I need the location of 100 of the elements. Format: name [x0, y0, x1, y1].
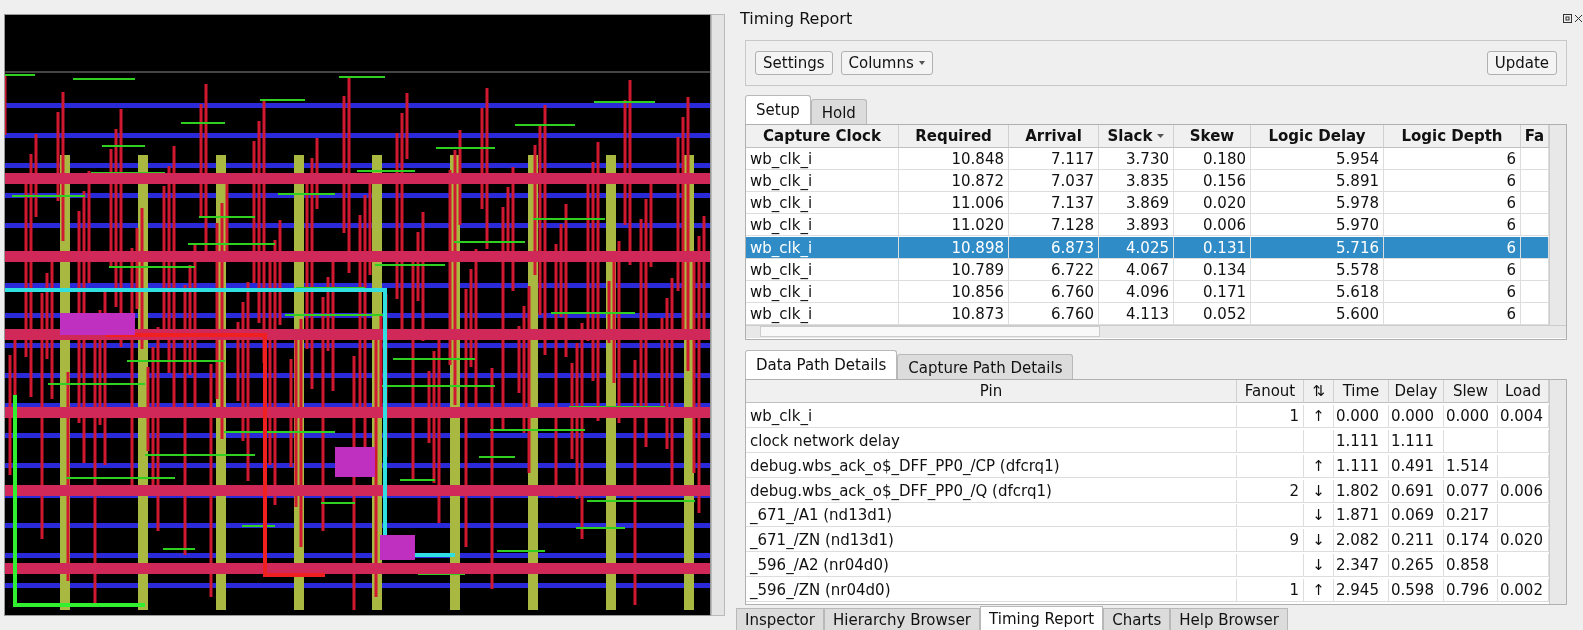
- table-cell: [1237, 429, 1304, 453]
- table-cell[interactable]: 11.006: [899, 192, 1009, 215]
- table-cell[interactable]: 4.025: [1099, 236, 1174, 259]
- table-cell[interactable]: 0.131: [1174, 236, 1251, 259]
- table-cell[interactable]: wb_clk_i: [746, 214, 899, 237]
- table-cell[interactable]: 10.872: [899, 170, 1009, 193]
- table-cell[interactable]: wb_clk_i: [746, 170, 899, 193]
- column-header[interactable]: Slew: [1444, 380, 1498, 403]
- column-header[interactable]: Fanout: [1237, 380, 1304, 403]
- table-cell[interactable]: 5.716: [1251, 236, 1384, 259]
- float-icon[interactable]: [1563, 13, 1572, 23]
- table-cell[interactable]: 5.618: [1251, 280, 1384, 303]
- tab[interactable]: Hold: [810, 99, 867, 124]
- table-cell[interactable]: 5.578: [1251, 258, 1384, 281]
- table-cell[interactable]: 3.730: [1099, 148, 1174, 171]
- table-cell[interactable]: wb_clk_i: [746, 236, 899, 259]
- column-header[interactable]: Fa: [1521, 125, 1549, 148]
- dock-tab[interactable]: Timing Report: [980, 606, 1104, 630]
- tab[interactable]: Setup: [745, 95, 811, 124]
- vertical-scrollbar[interactable]: [1549, 125, 1566, 325]
- column-header[interactable]: Arrival: [1009, 125, 1099, 148]
- table-cell[interactable]: 0.006: [1174, 214, 1251, 237]
- table-cell[interactable]: 6.760: [1009, 302, 1099, 325]
- table-cell[interactable]: 7.037: [1009, 170, 1099, 193]
- column-header[interactable]: Logic Delay: [1251, 125, 1384, 148]
- table-cell[interactable]: 3.869: [1099, 192, 1174, 215]
- column-header[interactable]: Slack: [1099, 125, 1174, 148]
- table-cell[interactable]: 10.856: [899, 280, 1009, 303]
- table-cell: 0.265: [1389, 554, 1444, 578]
- column-header[interactable]: Required: [899, 125, 1009, 148]
- table-cell[interactable]: 6: [1384, 236, 1521, 259]
- table-cell[interactable]: 6: [1384, 302, 1521, 325]
- table-cell[interactable]: 6: [1384, 148, 1521, 171]
- table-cell[interactable]: 5.891: [1251, 170, 1384, 193]
- dock-tab[interactable]: Help Browser: [1170, 608, 1288, 630]
- table-cell[interactable]: 10.848: [899, 148, 1009, 171]
- column-header[interactable]: ⇅: [1304, 380, 1334, 403]
- table-cell[interactable]: 6: [1384, 258, 1521, 281]
- vertical-scrollbar[interactable]: [1549, 380, 1566, 604]
- table-cell[interactable]: 4.096: [1099, 280, 1174, 303]
- table-cell[interactable]: 6.760: [1009, 280, 1099, 303]
- table-cell[interactable]: 6: [1384, 214, 1521, 237]
- table-cell[interactable]: 3.893: [1099, 214, 1174, 237]
- table-cell: 0.691: [1389, 479, 1444, 503]
- column-header[interactable]: Logic Depth: [1384, 125, 1521, 148]
- table-cell[interactable]: 10.789: [899, 258, 1009, 281]
- table-cell[interactable]: 0.171: [1174, 280, 1251, 303]
- table-cell[interactable]: wb_clk_i: [746, 302, 899, 325]
- table-cell[interactable]: 7.128: [1009, 214, 1099, 237]
- table-cell[interactable]: 4.067: [1099, 258, 1174, 281]
- table-cell[interactable]: 5.970: [1251, 214, 1384, 237]
- table-cell: 1: [1237, 579, 1304, 603]
- horizontal-scrollbar[interactable]: [746, 325, 1566, 338]
- column-header[interactable]: Load: [1498, 380, 1549, 403]
- table-cell[interactable]: 10.873: [899, 302, 1009, 325]
- table-cell[interactable]: 0.020: [1174, 192, 1251, 215]
- table-cell[interactable]: 6.722: [1009, 258, 1099, 281]
- table-cell: debug.wbs_ack_o$_DFF_PP0_/CP (dfcrq1): [746, 454, 1237, 478]
- table-cell: 0.796: [1444, 579, 1498, 603]
- table-cell: 0.000: [1334, 404, 1389, 428]
- table-cell[interactable]: wb_clk_i: [746, 148, 899, 171]
- tab[interactable]: Data Path Details: [745, 350, 898, 379]
- dock-tab[interactable]: Charts: [1103, 608, 1171, 630]
- column-header[interactable]: Delay: [1389, 380, 1444, 403]
- dock-tab[interactable]: Inspector: [736, 608, 824, 630]
- table-cell[interactable]: 10.898: [899, 236, 1009, 259]
- settings-button[interactable]: Settings: [755, 51, 833, 75]
- update-button[interactable]: Update: [1486, 51, 1557, 75]
- dock-tab[interactable]: Hierarchy Browser: [823, 608, 981, 630]
- table-cell[interactable]: 0.156: [1174, 170, 1251, 193]
- table-cell: wb_clk_i: [746, 404, 1237, 428]
- table-cell[interactable]: 6: [1384, 280, 1521, 303]
- vertical-scrollbar[interactable]: [711, 14, 725, 616]
- table-cell[interactable]: 5.954: [1251, 148, 1384, 171]
- table-cell: _596_/A2 (nr04d0): [746, 554, 1237, 578]
- table-cell: [1237, 454, 1304, 478]
- column-header[interactable]: Time: [1334, 380, 1389, 403]
- table-cell: 0.077: [1444, 479, 1498, 503]
- table-cell[interactable]: 5.600: [1251, 302, 1384, 325]
- table-cell[interactable]: 6: [1384, 192, 1521, 215]
- table-cell[interactable]: wb_clk_i: [746, 192, 899, 215]
- close-icon[interactable]: [1574, 13, 1583, 23]
- column-header[interactable]: Pin: [746, 380, 1237, 403]
- table-cell[interactable]: 0.180: [1174, 148, 1251, 171]
- table-cell[interactable]: 0.134: [1174, 258, 1251, 281]
- column-header[interactable]: Capture Clock: [746, 125, 899, 148]
- table-cell[interactable]: wb_clk_i: [746, 280, 899, 303]
- columns-dropdown[interactable]: Columns: [840, 51, 933, 75]
- table-cell[interactable]: 4.113: [1099, 302, 1174, 325]
- table-cell[interactable]: 7.137: [1009, 192, 1099, 215]
- table-cell[interactable]: 5.978: [1251, 192, 1384, 215]
- table-cell[interactable]: wb_clk_i: [746, 258, 899, 281]
- table-cell[interactable]: 11.020: [899, 214, 1009, 237]
- table-cell[interactable]: 3.835: [1099, 170, 1174, 193]
- table-cell[interactable]: 0.052: [1174, 302, 1251, 325]
- column-header[interactable]: Skew: [1174, 125, 1251, 148]
- table-cell[interactable]: 6: [1384, 170, 1521, 193]
- table-cell[interactable]: 7.117: [1009, 148, 1099, 171]
- tab[interactable]: Capture Path Details: [897, 354, 1074, 379]
- table-cell[interactable]: 6.873: [1009, 236, 1099, 259]
